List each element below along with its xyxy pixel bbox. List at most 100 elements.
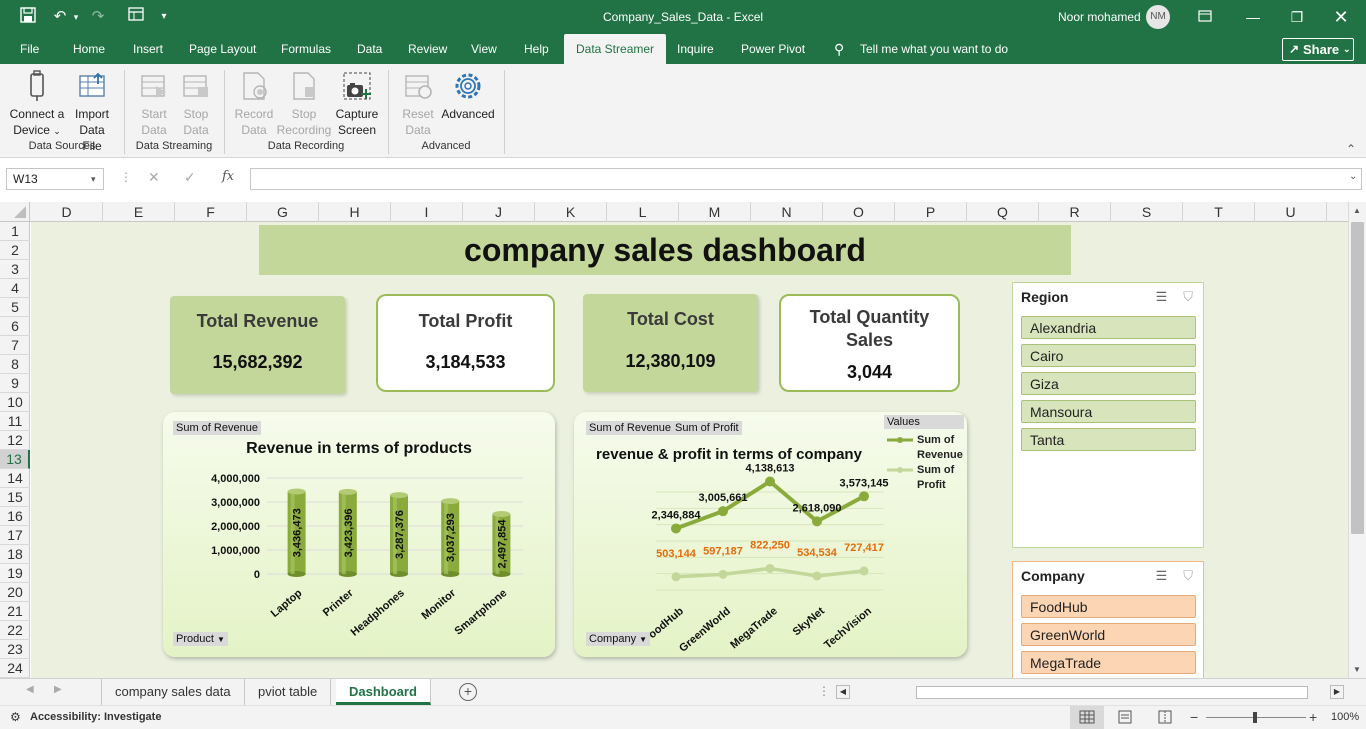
multi-select-icon[interactable]: ☰: [1156, 289, 1168, 304]
enter-icon[interactable]: ✓: [184, 169, 196, 186]
horizontal-scroll-thumb[interactable]: [916, 686, 1308, 699]
connect-device-button[interactable]: Connect a Device ⌄: [8, 70, 66, 139]
advanced-button[interactable]: Advanced: [440, 70, 496, 122]
minimize-icon[interactable]: —: [1242, 6, 1264, 28]
column-header[interactable]: P: [895, 202, 967, 222]
row-header[interactable]: 13: [0, 450, 30, 469]
next-sheet-icon[interactable]: ▶: [54, 684, 62, 695]
tab-home[interactable]: Home: [73, 34, 105, 64]
tab-splitter-icon[interactable]: ⋮: [818, 684, 830, 698]
kpi-total-profit[interactable]: Total Profit 3,184,533: [376, 294, 555, 392]
tab-data-streamer[interactable]: Data Streamer: [564, 34, 667, 64]
row-header[interactable]: 3: [0, 260, 30, 279]
row-header[interactable]: 2: [0, 241, 30, 260]
expand-formula-icon[interactable]: ⌄: [1349, 171, 1357, 182]
column-header[interactable]: N: [751, 202, 823, 222]
row-header[interactable]: 17: [0, 526, 30, 545]
row-header[interactable]: 20: [0, 583, 30, 602]
column-header[interactable]: I: [391, 202, 463, 222]
column-header[interactable]: S: [1111, 202, 1183, 222]
sheet-tab-pviot-table[interactable]: pviot table: [245, 679, 332, 705]
record-data-button[interactable]: Record Data: [232, 70, 276, 138]
column-header[interactable]: O: [823, 202, 895, 222]
accessibility-icon[interactable]: ⚙: [10, 710, 21, 724]
company-slicer-item[interactable]: FoodHub: [1021, 595, 1196, 618]
scroll-down-icon[interactable]: ▼: [1353, 665, 1361, 674]
zoom-level[interactable]: 100%: [1331, 711, 1359, 723]
tab-data[interactable]: Data: [357, 34, 382, 64]
insert-function-icon[interactable]: fx: [222, 169, 234, 184]
new-sheet-icon[interactable]: +: [459, 683, 477, 701]
page-layout-view-icon[interactable]: [1116, 709, 1134, 728]
multi-select-icon[interactable]: ☰: [1156, 568, 1168, 583]
user-name[interactable]: Noor mohamed: [1058, 10, 1141, 24]
column-header[interactable]: J: [463, 202, 535, 222]
tab-power-pivot[interactable]: Power Pivot: [741, 34, 805, 64]
axis-field-button-company[interactable]: Company ▼: [586, 632, 651, 646]
region-slicer-item[interactable]: Tanta: [1021, 428, 1196, 451]
row-header[interactable]: 12: [0, 431, 30, 450]
row-header[interactable]: 8: [0, 355, 30, 374]
tab-view[interactable]: View: [471, 34, 497, 64]
legend-field-button-values[interactable]: Values: [884, 415, 964, 429]
chevron-down-icon[interactable]: ▾: [91, 169, 96, 189]
row-header[interactable]: 9: [0, 374, 30, 393]
region-slicer[interactable]: Region ☰ ⛉ Alexandria Cairo Giza Mansoura Tan…: [1012, 282, 1204, 548]
dashboard-canvas[interactable]: company sales dashboard Total Revenue 15…: [31, 222, 1348, 678]
region-slicer-item[interactable]: Mansoura: [1021, 400, 1196, 423]
row-header[interactable]: 21: [0, 602, 30, 621]
zoom-slider-thumb[interactable]: [1253, 712, 1257, 723]
company-slicer-item[interactable]: GreenWorld: [1021, 623, 1196, 646]
row-header[interactable]: 14: [0, 469, 30, 488]
reset-data-button[interactable]: Reset Data: [398, 70, 438, 138]
region-slicer-item[interactable]: Cairo: [1021, 344, 1196, 367]
select-all-corner[interactable]: [0, 202, 30, 222]
row-header[interactable]: 4: [0, 279, 30, 298]
sheet-tab-company-sales-data[interactable]: company sales data: [101, 679, 245, 705]
tab-page-layout[interactable]: Page Layout: [189, 34, 256, 64]
tab-inquire[interactable]: Inquire: [677, 34, 714, 64]
lightbulb-icon[interactable]: ⚲: [834, 34, 844, 64]
column-header[interactable]: L: [607, 202, 679, 222]
region-slicer-item[interactable]: Giza: [1021, 372, 1196, 395]
accessibility-status[interactable]: Accessibility: Investigate: [30, 711, 161, 723]
column-header[interactable]: R: [1039, 202, 1111, 222]
clear-filter-icon[interactable]: ⛉: [1183, 568, 1193, 583]
restore-icon[interactable]: ❐: [1286, 6, 1308, 28]
column-header[interactable]: G: [247, 202, 319, 222]
row-header[interactable]: 19: [0, 564, 30, 583]
column-header[interactable]: U: [1255, 202, 1327, 222]
column-header[interactable]: D: [31, 202, 103, 222]
normal-view-icon[interactable]: [1070, 706, 1104, 729]
tab-file[interactable]: File: [20, 34, 39, 64]
column-header[interactable]: M: [679, 202, 751, 222]
row-header[interactable]: 18: [0, 545, 30, 564]
tab-review[interactable]: Review: [408, 34, 447, 64]
scroll-thumb[interactable]: [1351, 222, 1364, 534]
stop-recording-button[interactable]: Stop Recording: [276, 70, 332, 138]
row-header[interactable]: 15: [0, 488, 30, 507]
sheet-tab-dashboard[interactable]: Dashboard: [336, 679, 431, 705]
row-header[interactable]: 16: [0, 507, 30, 526]
page-break-preview-icon[interactable]: [1156, 709, 1174, 728]
row-header[interactable]: 10: [0, 393, 30, 412]
column-header[interactable]: K: [535, 202, 607, 222]
start-data-button[interactable]: Start Data: [134, 70, 174, 138]
cancel-icon[interactable]: ✕: [148, 169, 160, 186]
column-header[interactable]: F: [175, 202, 247, 222]
column-header[interactable]: H: [319, 202, 391, 222]
axis-field-button-product[interactable]: Product ▼: [173, 632, 228, 646]
tell-me-search[interactable]: Tell me what you want to do: [860, 34, 1008, 64]
collapse-ribbon-icon[interactable]: ⌃: [1346, 142, 1356, 156]
zoom-in-icon[interactable]: +: [1309, 709, 1317, 725]
tab-formulas[interactable]: Formulas: [281, 34, 331, 64]
company-slicer-item[interactable]: MegaTrade: [1021, 651, 1196, 674]
row-header[interactable]: 5: [0, 298, 30, 317]
capture-screen-button[interactable]: Capture Screen: [334, 70, 380, 138]
vertical-scrollbar[interactable]: ▲ ▼: [1348, 202, 1366, 678]
kpi-total-cost[interactable]: Total Cost 12,380,109: [583, 294, 758, 392]
revenue-profit-by-company-chart[interactable]: Sum of Revenue Sum of Profit revenue & p…: [574, 412, 967, 657]
region-slicer-item[interactable]: Alexandria: [1021, 316, 1196, 339]
scroll-left-icon[interactable]: ◀: [836, 685, 850, 699]
kpi-total-revenue[interactable]: Total Revenue 15,682,392: [170, 296, 345, 394]
